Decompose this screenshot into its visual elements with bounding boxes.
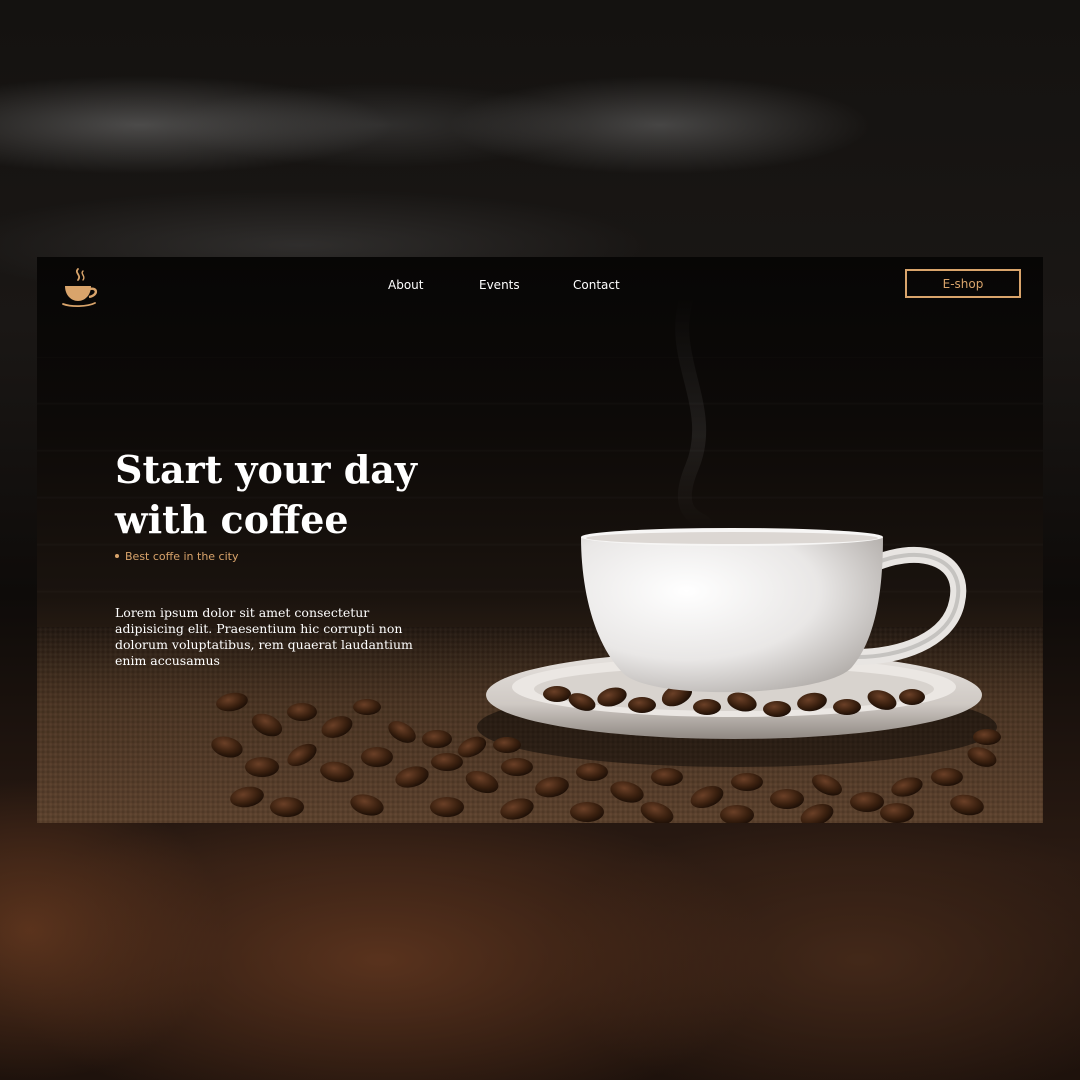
hero-title-line1: Start your day bbox=[115, 447, 417, 492]
eshop-button[interactable]: E-shop bbox=[905, 269, 1021, 298]
main-nav: About Events Contact bbox=[37, 278, 1043, 298]
nav-link-contact[interactable]: Contact bbox=[573, 278, 620, 292]
bullet-dot-icon bbox=[115, 554, 119, 558]
website-hero-mockup: About Events Contact E-shop Start your d… bbox=[37, 257, 1043, 823]
blurred-backdrop: About Events Contact E-shop Start your d… bbox=[0, 0, 1080, 1080]
hero-description: Lorem ipsum dolor sit amet consectetur a… bbox=[115, 605, 413, 668]
hero-tagline: Best coffe in the city bbox=[115, 550, 238, 563]
nav-link-events[interactable]: Events bbox=[479, 278, 520, 292]
hero-title: Start your day with coffee bbox=[115, 445, 455, 545]
hero-title-line2: with coffee bbox=[115, 497, 349, 542]
hero-tagline-text: Best coffe in the city bbox=[125, 550, 239, 563]
nav-link-about[interactable]: About bbox=[388, 278, 423, 292]
